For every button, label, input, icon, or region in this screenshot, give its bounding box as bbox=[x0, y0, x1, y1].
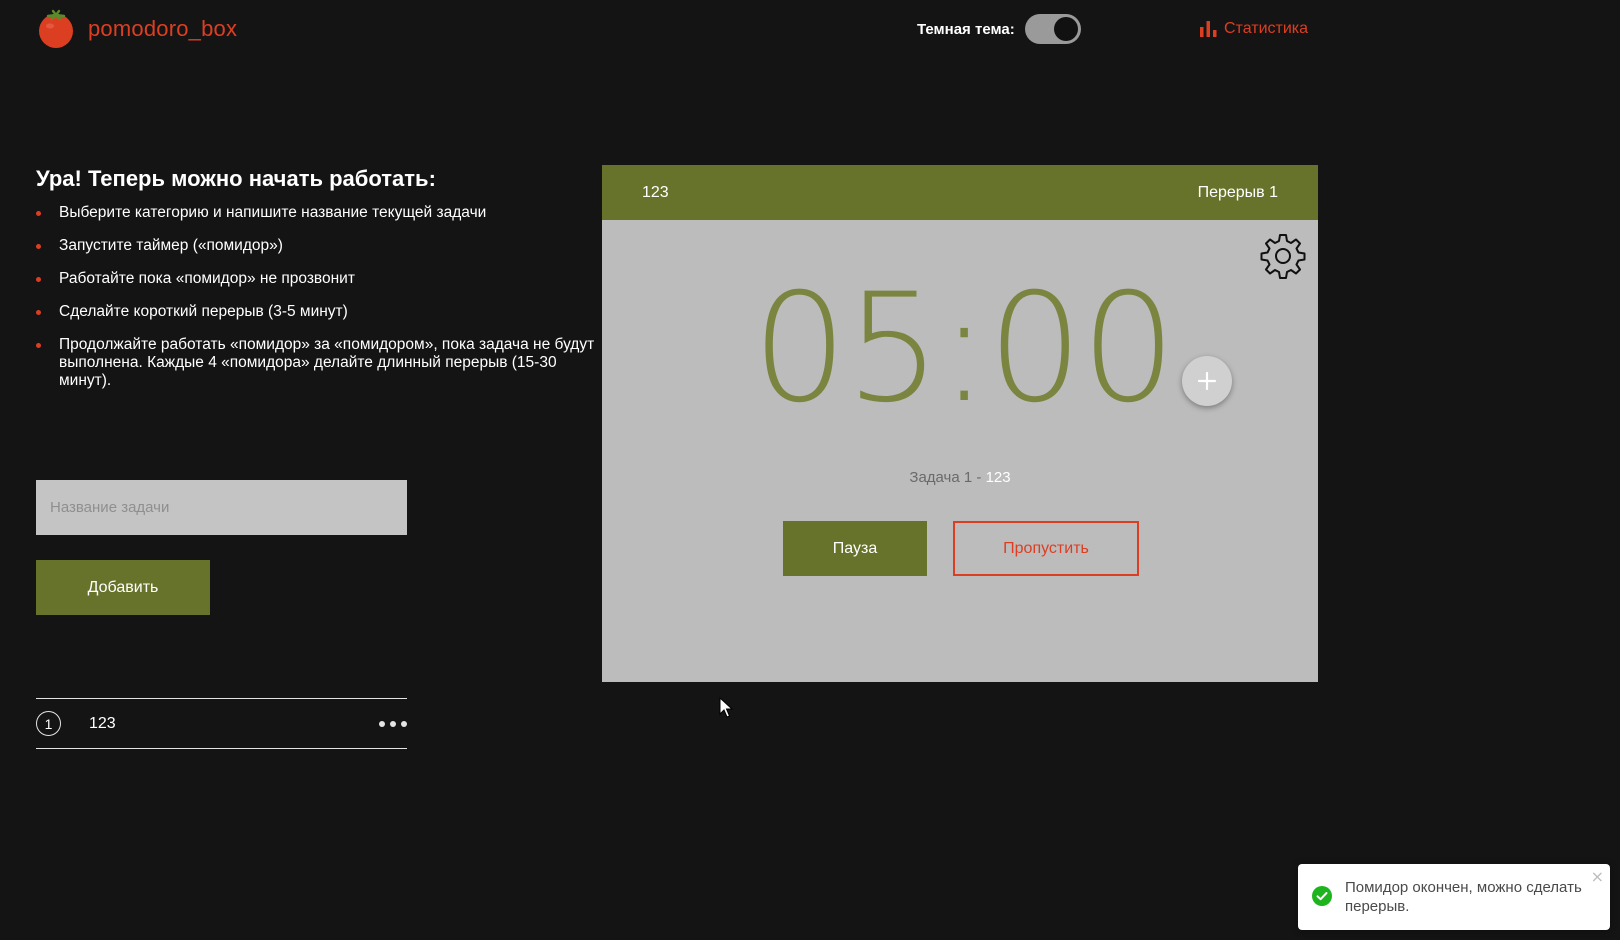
logo[interactable]: pomodoro_box bbox=[36, 9, 237, 49]
mouse-cursor-icon bbox=[719, 697, 733, 718]
current-task-name: 123 bbox=[642, 183, 669, 201]
task-row[interactable]: 1 123 bbox=[36, 699, 407, 748]
theme-switch: Темная тема: bbox=[917, 14, 1081, 44]
add-task-button[interactable]: Добавить bbox=[36, 560, 210, 615]
pause-button[interactable]: Пауза bbox=[783, 521, 927, 576]
add-minute-button[interactable] bbox=[1182, 356, 1232, 406]
app-name: pomodoro_box bbox=[88, 16, 238, 41]
check-circle-icon bbox=[1312, 886, 1332, 906]
tomato-icon bbox=[39, 9, 73, 48]
timer-phase: Перерыв 1 bbox=[1197, 183, 1278, 201]
task-caption-prefix: Задача 1 - bbox=[909, 469, 986, 486]
dark-theme-toggle[interactable] bbox=[1024, 14, 1081, 44]
timer-header: 123 Перерыв 1 bbox=[602, 165, 1318, 220]
instructions: Ура! Теперь можно начать работать: Выбер… bbox=[36, 166, 596, 405]
dot bbox=[390, 721, 396, 727]
instruction-step: Работайте пока «помидор» не прозвонит bbox=[36, 270, 596, 288]
instruction-step: Продолжайте работать «помидор» за «помид… bbox=[36, 336, 596, 390]
dot bbox=[379, 721, 385, 727]
task-name: 123 bbox=[89, 714, 116, 732]
task-pomodoro-count: 1 bbox=[36, 711, 61, 736]
dot bbox=[401, 721, 407, 727]
pomodoro-app: pomodoro_box Темная тема: Статистика Ура… bbox=[0, 0, 1620, 940]
task-caption-name: 123 bbox=[985, 469, 1011, 486]
instruction-step: Выберите категорию и напишите название т… bbox=[36, 204, 596, 222]
timer-card: 123 Перерыв 1 05:00 Задача 1 - 123 Пауза… bbox=[602, 165, 1318, 682]
bar-chart-icon bbox=[1200, 21, 1217, 37]
close-icon[interactable]: × bbox=[1591, 869, 1604, 885]
task-caption: Задача 1 - 123 bbox=[602, 469, 1318, 486]
instructions-title: Ура! Теперь можно начать работать: bbox=[36, 166, 436, 191]
plus-icon bbox=[1197, 371, 1217, 391]
task-list: 1 123 bbox=[36, 698, 407, 749]
theme-label: Темная тема: bbox=[917, 20, 1015, 38]
toggle-knob bbox=[1053, 17, 1078, 41]
task-name-input[interactable] bbox=[36, 480, 407, 535]
instruction-step: Запустите таймер («помидор») bbox=[36, 237, 596, 255]
instruction-step: Сделайте короткий перерыв (3-5 минут) bbox=[36, 303, 596, 321]
skip-button[interactable]: Пропустить bbox=[953, 521, 1139, 576]
toast-notification: Помидор окончен, можно сделать перерыв. … bbox=[1298, 864, 1610, 930]
toast-message: Помидор окончен, можно сделать перерыв. bbox=[1345, 879, 1582, 915]
more-dots-icon[interactable] bbox=[379, 711, 407, 737]
instructions-list: Выберите категорию и напишите название т… bbox=[36, 204, 596, 390]
timer-display: 05:00 bbox=[752, 262, 1176, 436]
gear-icon[interactable] bbox=[1259, 232, 1307, 280]
statistics-link[interactable]: Статистика bbox=[1200, 20, 1308, 38]
statistics-label: Статистика bbox=[1224, 20, 1309, 37]
